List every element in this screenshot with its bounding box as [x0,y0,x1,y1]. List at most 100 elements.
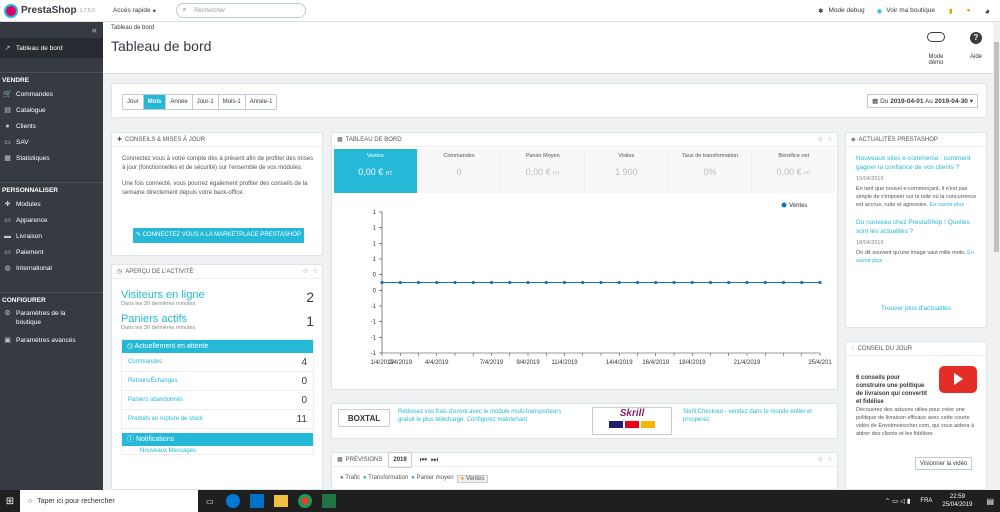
system-tray-icons[interactable]: ⌃ ▭ ◁ ▮ [885,497,911,505]
row-label: Produits en rupture de stock [128,416,204,422]
pending-returns-row[interactable]: Retours/Échanges 0 [122,372,313,391]
previous-year-icon[interactable]: ⏮ [420,453,427,467]
carts-sub: Dans les 30 dernières minutes [121,325,196,331]
period-year-1[interactable]: Année-1 [246,95,277,109]
dashboard-card: ▦ TABLEAU DE BORD ⚙ ↻ Ventes 0,00 € HT Comma… [331,132,838,390]
customers-notification-icon[interactable]: ● [967,7,971,14]
kpi-net-profit[interactable]: Bénéfice net 0,00 € HT [752,149,836,193]
logo[interactable]: PrestaShop 1.7.5.0 [0,0,103,22]
date-range-picker[interactable]: ▦ Du 2019-04-01 Au 2019-04-30 ▾ [867,94,978,108]
sidebar-item-payment[interactable]: ▭ Paiement [0,244,103,260]
outlook-icon[interactable] [249,494,264,508]
kpi-orders[interactable]: Commandes 0 [417,149,502,193]
news-item-title[interactable]: Du nouveau chez PrestaShop ! Quelles son… [856,219,978,236]
sidebar-item-shipping[interactable]: ▬ Livraison [0,228,103,244]
kpi-sales[interactable]: Ventes 0,00 € HT [334,149,418,193]
notification-center-icon[interactable]: ▤ [986,497,994,506]
new-messages-link[interactable]: Nouveaux Messages [122,446,313,454]
search-input[interactable]: ⌕ Rechercher [175,3,306,18]
clock[interactable]: 22:59 25/04/2019 [942,493,972,509]
period-day-1[interactable]: Jour-1 [193,95,219,109]
clock-icon: ◷ [127,343,135,350]
clock-time: 22:59 [949,494,965,500]
scrollbar-thumb[interactable] [994,42,999,252]
breadcrumb[interactable]: Tableau de bord [111,25,154,31]
news-more-link[interactable]: En savoir plus [930,202,965,208]
link-icon: ✎ [136,232,143,238]
help-button[interactable]: ? Aide [966,32,986,60]
windows-start-icon[interactable]: ⊞ [0,496,20,507]
orders-notification-icon[interactable]: ▮ [949,7,953,15]
sidebar-item-orders[interactable]: 🛒 Commandes [0,86,103,102]
find-more-news-link[interactable]: Trouver plus d'actualités [846,305,986,312]
account-icon[interactable]: ◕ [985,6,990,16]
partner-modules-card: BOXTAL Réduisez vos frais d'envoi avec l… [331,403,838,439]
visitors-label[interactable]: Visiteurs en ligne [121,289,205,301]
next-year-icon[interactable]: ⏭ [431,453,438,467]
youtube-play-icon[interactable] [939,366,977,393]
config-icon[interactable]: ⚙ [818,133,823,147]
legend-average-cart[interactable]: ● Panier moyen [411,475,453,483]
task-view-icon[interactable]: ▭ [206,497,214,506]
period-month[interactable]: Mois [143,95,167,109]
pending-orders-row[interactable]: Commandes 4 [122,353,313,372]
puzzle-icon: ✚ [117,136,123,143]
pending-stock-row[interactable]: Produits en rupture de stock 11 [122,410,313,429]
x-tick-label: 21/4/2019 [734,360,761,366]
view-shop-link[interactable]: ◉ Voir ma boutique [877,7,935,15]
legend-label: Trafic [345,475,360,481]
sidebar-item-international[interactable]: ◍ International [0,260,103,276]
y-tick-label: 0 [373,273,377,279]
boxtal-logo[interactable]: BOXTAL [338,409,390,427]
sales-chart[interactable]: 111100-1-1-1-11/4/20192/4/2019 4/4/2019 7/… [332,195,837,385]
config-icon[interactable]: ⚙ [303,265,308,279]
legend-traffic[interactable]: ● Trafic [340,475,360,483]
row-value: 0 [301,394,307,406]
sidebar-item-dashboard[interactable]: ↗ Tableau de bord [0,38,103,58]
bulb-icon: ◌ [851,345,855,352]
refresh-icon[interactable]: ↻ [828,453,833,467]
sidebar-item-appearance[interactable]: ▭ Apparence [0,212,103,228]
data-point [599,280,603,285]
file-explorer-icon[interactable] [273,495,288,507]
kpi-visits[interactable]: Visites 1 900 [585,149,669,193]
data-point [781,280,786,285]
period-day[interactable]: Jour [123,95,144,109]
news-item-title[interactable]: Nouveaux sites e-commerce : comment gagn… [856,155,978,172]
collapse-sidebar-icon[interactable]: « [0,22,103,38]
skype-icon[interactable] [225,494,240,508]
kpi-average-cart[interactable]: Panier Moyen 0,00 € HT [501,149,586,193]
sidebar-item-modules[interactable]: ✚ Modules [0,196,103,212]
legend-conversion[interactable]: ● Transformation [363,475,408,483]
carts-label[interactable]: Paniers actifs [121,313,195,325]
sidebar-item-advanced-params[interactable]: ▣ Paramètres avancés [0,332,103,348]
skrill-logo[interactable]: Skrill [592,407,672,435]
demo-mode-toggle[interactable]: Mode démo [921,32,951,66]
language-indicator[interactable]: FRA [920,498,932,504]
pending-abandoned-row[interactable]: Paniers abandonnés 0 [122,391,313,410]
sidebar-item-label: Modules [16,200,41,208]
skrill-text[interactable]: Skrill Checkout - vendez dans le monde e… [683,408,833,424]
debug-mode-link[interactable]: ✱ Mode debug [818,7,865,15]
watch-video-button[interactable]: Visionner la vidéo [915,457,973,470]
refresh-icon[interactable]: ↻ [313,265,318,279]
boxtal-text[interactable]: Réduisez vos frais d'envoi avec le modul… [398,408,573,424]
sidebar-item-label: Paramètres avancés [16,336,76,344]
sidebar-item-catalog[interactable]: ▤ Catalogue [0,102,103,118]
sidebar-item-shop-params[interactable]: ⚙ Paramètres de la boutique [0,306,103,332]
sidebar-item-sav[interactable]: ▭ SAV [0,134,103,150]
quick-access-dropdown[interactable]: Accès rapide ▾ [113,7,156,15]
sidebar-item-customers[interactable]: ● Clients [0,118,103,134]
sidebar-item-stats[interactable]: ▦ Statistiques [0,150,103,166]
kpi-conversion[interactable]: Taux de transformation 0% [668,149,753,193]
period-year[interactable]: Année [166,95,193,109]
period-month-1[interactable]: Mois-1 [219,95,246,109]
config-icon[interactable]: ⚙ [818,453,823,467]
refresh-icon[interactable]: ↻ [828,133,833,147]
chrome-icon[interactable] [297,494,312,508]
scrollbar[interactable] [993,22,1000,490]
taskbar-search-input[interactable]: ○ Taper ici pour rechercher [20,490,198,512]
legend-sales[interactable]: ● Ventes [456,475,489,483]
marketplace-connect-button[interactable]: ✎ CONNECTEZ VOUS A LA MARKETPLACE PRESTA… [133,228,304,243]
excel-icon[interactable] [321,494,336,508]
